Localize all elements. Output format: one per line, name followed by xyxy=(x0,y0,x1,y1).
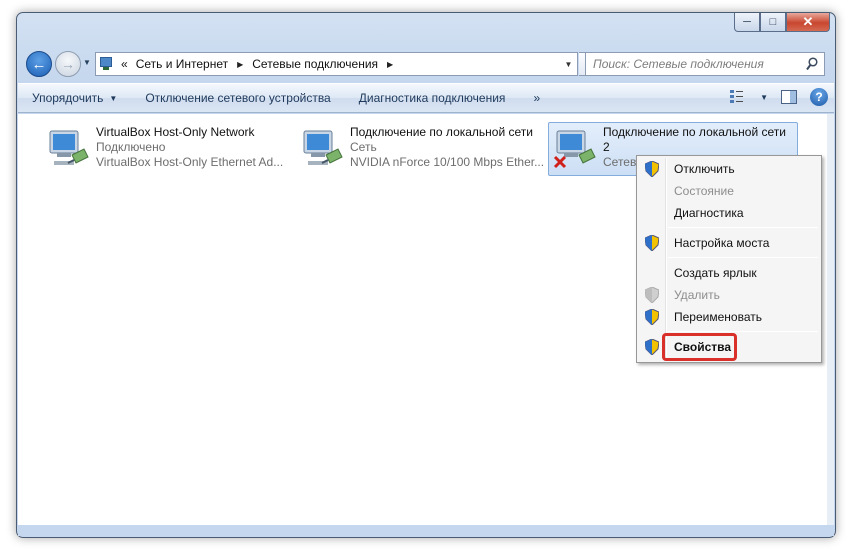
connection-name: Подключение по локальной сети xyxy=(603,125,786,139)
menu-item-delete[interactable]: Удалить xyxy=(639,284,819,306)
disable-device-button[interactable]: Отключение сетевого устройства xyxy=(131,84,344,112)
scrollbar[interactable] xyxy=(827,114,834,526)
breadcrumb-chevron-icon[interactable]: ▶ xyxy=(232,60,248,69)
menu-item-label: Отключить xyxy=(674,162,735,176)
view-controls: ▼ ? xyxy=(728,87,828,107)
connection-name-line2: 2 xyxy=(603,140,610,154)
connection-adapter: VirtualBox Host-Only Ethernet Ad... xyxy=(96,155,284,169)
menu-item-label: Настройка моста xyxy=(674,236,770,250)
more-commands-button[interactable]: » xyxy=(519,84,554,112)
diagnose-label: Диагностика подключения xyxy=(358,91,506,105)
back-arrow-icon: ← xyxy=(31,55,47,73)
menu-item-rename[interactable]: Переименовать xyxy=(639,306,819,328)
connection-adapter: NVIDIA nForce 10/100 Mbps Ether... xyxy=(350,155,545,169)
uac-shield-icon xyxy=(645,287,659,303)
menu-item-label: Переименовать xyxy=(674,310,762,324)
view-details-icon xyxy=(730,90,744,103)
connection-status: Сеть xyxy=(350,140,377,154)
network-adapter-icon xyxy=(44,125,96,173)
menu-item-status[interactable]: Состояние xyxy=(639,180,819,202)
back-button[interactable]: ← xyxy=(26,51,52,77)
address-dropdown-icon[interactable]: ▼ xyxy=(560,53,577,75)
connection-name: VirtualBox Host-Only Network xyxy=(96,125,255,139)
caption-buttons: ─ □ ✕ xyxy=(734,13,830,32)
breadcrumb-network-internet[interactable]: Сеть и Интернет xyxy=(132,53,232,75)
minimize-button[interactable]: ─ xyxy=(734,13,760,32)
connection-item[interactable]: Подключение по локальной сети Сеть NVIDI… xyxy=(295,122,545,176)
recent-pages-dropdown[interactable]: ▼ xyxy=(83,58,91,67)
annotation-highlight-box xyxy=(662,333,737,361)
maximize-button[interactable]: □ xyxy=(760,13,786,32)
preview-pane-button[interactable] xyxy=(778,87,800,107)
breadcrumb-overflow[interactable]: « xyxy=(117,53,132,75)
uac-shield-icon xyxy=(645,235,659,251)
menu-separator xyxy=(668,227,818,228)
search-icon[interactable] xyxy=(806,57,818,71)
organize-menu[interactable]: Упорядочить ▼ xyxy=(18,84,131,112)
uac-shield-icon xyxy=(645,309,659,325)
menu-separator xyxy=(668,331,818,332)
more-commands-label: » xyxy=(533,91,541,105)
menu-item-disable[interactable]: Отключить xyxy=(639,158,819,180)
connection-item[interactable]: VirtualBox Host-Only Network Подключено … xyxy=(41,122,289,176)
disable-device-label: Отключение сетевого устройства xyxy=(145,91,331,105)
view-dropdown-icon[interactable]: ▼ xyxy=(760,93,768,102)
breadcrumb-network-connections[interactable]: Сетевые подключения xyxy=(248,53,382,75)
menu-separator xyxy=(668,257,818,258)
window-frame-bottom xyxy=(18,525,834,536)
chevron-down-icon: ▼ xyxy=(109,93,118,103)
menu-item-label: Удалить xyxy=(674,288,720,302)
uac-shield-icon xyxy=(645,161,659,177)
menu-item-label: Создать ярлык xyxy=(674,266,757,280)
organize-label: Упорядочить xyxy=(32,91,104,105)
context-menu: Отключить Состояние Диагностика Настройк… xyxy=(636,155,822,363)
command-bar: Упорядочить ▼ Отключение сетевого устройс… xyxy=(18,83,834,113)
address-bar[interactable]: « Сеть и Интернет ▶ Сетевые подключения … xyxy=(95,52,578,76)
preview-pane-icon xyxy=(781,90,797,104)
network-adapter-icon xyxy=(298,125,350,173)
forward-button[interactable]: → xyxy=(55,51,81,77)
help-icon[interactable]: ? xyxy=(810,88,828,106)
close-button[interactable]: ✕ xyxy=(786,13,830,32)
breadcrumb-chevron-icon[interactable]: ▶ xyxy=(382,60,398,69)
menu-item-bridge[interactable]: Настройка моста xyxy=(639,232,819,254)
connection-status: Подключено xyxy=(96,140,166,154)
uac-shield-icon xyxy=(645,339,659,355)
search-input[interactable] xyxy=(593,57,793,71)
change-view-button[interactable] xyxy=(728,87,750,107)
search-box[interactable] xyxy=(585,52,825,76)
diagnose-button[interactable]: Диагностика подключения xyxy=(345,84,520,112)
menu-item-label: Диагностика xyxy=(674,206,744,220)
connection-name: Подключение по локальной сети xyxy=(350,125,533,139)
network-adapter-disabled-icon xyxy=(551,125,603,173)
menu-item-shortcut[interactable]: Создать ярлык xyxy=(639,262,819,284)
network-folder-icon xyxy=(99,56,117,72)
menu-item-label: Состояние xyxy=(674,184,734,198)
forward-arrow-icon: → xyxy=(61,56,75,72)
menu-item-diagnose[interactable]: Диагностика xyxy=(639,202,819,224)
